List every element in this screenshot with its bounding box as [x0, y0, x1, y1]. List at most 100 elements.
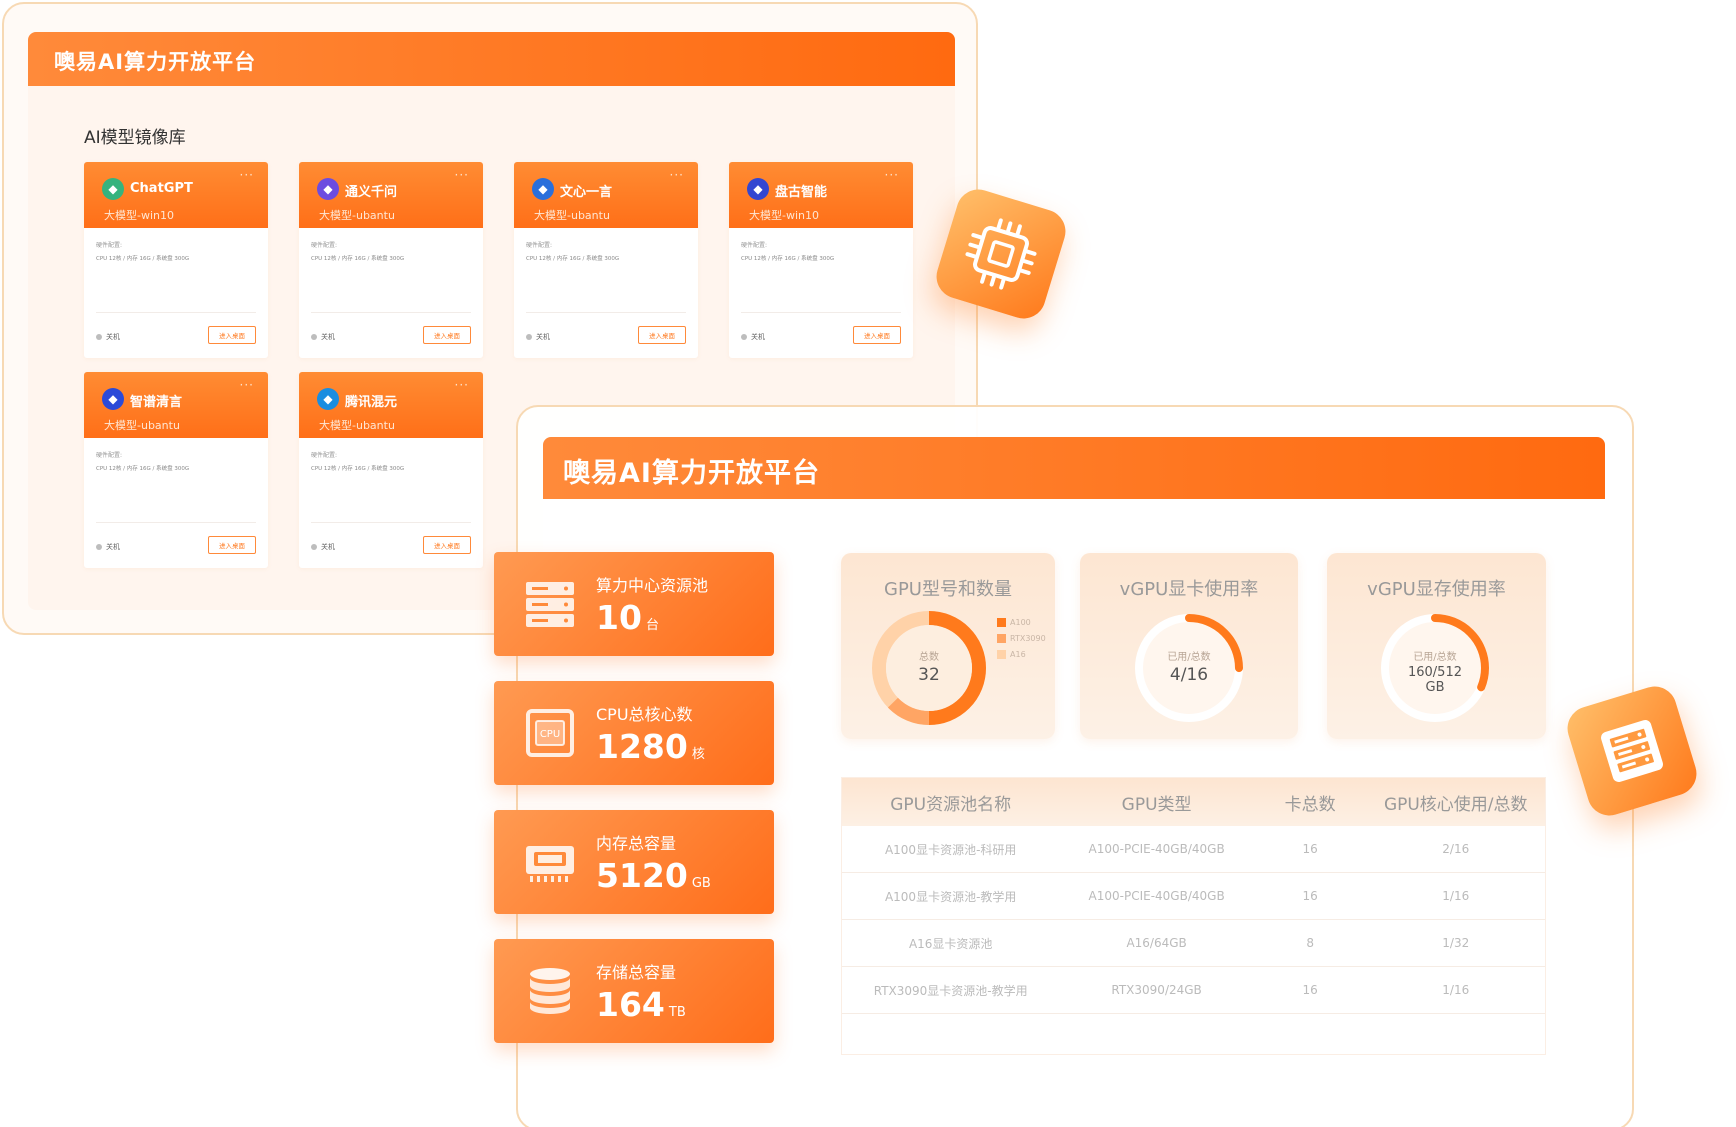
divider	[96, 312, 256, 313]
legend-item: RTX3090	[997, 634, 1046, 643]
divider	[311, 522, 471, 523]
model-logo-icon: ◆	[317, 178, 339, 200]
enter-desktop-button[interactable]: 进入桌面	[208, 536, 256, 554]
model-card-header: ◆ ChatGPT 大模型-win10 ···	[84, 162, 268, 228]
table-cell: A100显卡资源池-教学用	[884, 889, 1017, 904]
more-options-icon[interactable]: ···	[670, 168, 684, 182]
spec-label: 硬件配置:	[311, 452, 338, 459]
model-name: 腾讯混元	[345, 395, 398, 410]
table-row[interactable]: A100显卡资源池-科研用 A100-PCIE-40GB/40GB 16 2/16	[842, 826, 1545, 873]
enter-desktop-button[interactable]: 进入桌面	[853, 326, 901, 344]
front-window-header: 噢易AI算力开放平台	[543, 437, 1605, 499]
vgpu-memory-usage-panel: vGPU显存使用率 已用/总数 160/512 GB	[1327, 553, 1546, 739]
more-options-icon[interactable]: ···	[240, 168, 254, 182]
table-cell: A100-PCIE-40GB/40GB	[1088, 842, 1225, 856]
model-name: 智谱清言	[130, 395, 183, 410]
table-cell: A16显卡资源池	[908, 936, 993, 951]
model-subtitle: 大模型-ubantu	[319, 419, 395, 432]
model-logo-icon: ◆	[317, 388, 339, 410]
table-row[interactable]: RTX3090显卡资源池-教学用 RTX3090/24GB 16 1/16	[842, 967, 1545, 1014]
front-window-title: 噢易AI算力开放平台	[563, 458, 820, 489]
legend-item: A16	[997, 650, 1046, 659]
enter-desktop-button[interactable]: 进入桌面	[208, 326, 256, 344]
model-logo-icon: ◆	[102, 178, 124, 200]
more-options-icon[interactable]: ···	[455, 168, 469, 182]
spec-text: CPU 12核 / 内存 16G / 系统盘 300G	[526, 256, 620, 262]
status-dot-icon	[96, 334, 102, 340]
column-header[interactable]: 卡总数	[1254, 790, 1367, 815]
model-card[interactable]: ◆ ChatGPT 大模型-win10 ··· 硬件配置: CPU 12核 / 内存 16…	[84, 162, 268, 358]
stat-label: 算力中心资源池	[596, 576, 709, 595]
model-card[interactable]: ◆ 腾讯混元 大模型-ubantu ··· 硬件配置: CPU 12核 / 内存 16G …	[299, 372, 483, 568]
library-title: AI模型镜像库	[84, 128, 186, 148]
cpu-icon: CPU	[526, 709, 574, 757]
power-status: 关机	[526, 332, 550, 342]
stat-value: 10 台	[596, 598, 659, 637]
more-options-icon[interactable]: ···	[885, 168, 899, 182]
table-row[interactable]: A16显卡资源池 A16/64GB 8 1/32	[842, 920, 1545, 967]
gauge-title: vGPU显存使用率	[1367, 579, 1506, 600]
enter-desktop-button[interactable]: 进入桌面	[423, 326, 471, 344]
table-cell: 16	[1302, 842, 1318, 856]
more-options-icon[interactable]: ···	[455, 378, 469, 392]
model-subtitle: 大模型-win10	[104, 209, 174, 222]
model-card[interactable]: ◆ 通义千问大模型-ubantu ··· 硬件配置: CPU 12核 / 内存 16G …	[299, 162, 483, 358]
stat-card-resource-pool: 算力中心资源池 10 台	[494, 552, 774, 656]
legend-item: A100	[997, 618, 1046, 627]
stat-value: 5120 GB	[596, 856, 711, 895]
table-cell: 1/16	[1442, 983, 1470, 997]
spec-label: 硬件配置:	[96, 242, 123, 249]
model-name: ChatGPT	[130, 181, 193, 196]
table-row[interactable]: A100显卡资源池-教学用 A100-PCIE-40GB/40GB 16 1/16	[842, 873, 1545, 920]
stat-card-cpu-cores: CPU CPU总核心数 1280 核	[494, 681, 774, 785]
table-cell: RTX3090/24GB	[1111, 983, 1202, 997]
table-cell: A100-PCIE-40GB/40GB	[1088, 889, 1225, 903]
column-header[interactable]: GPU核心使用/总数	[1367, 790, 1546, 815]
enter-desktop-button[interactable]: 进入桌面	[423, 536, 471, 554]
status-dot-icon	[526, 334, 532, 340]
gauge-center-value: 4/16	[1169, 665, 1209, 685]
memory-icon	[526, 846, 574, 882]
model-logo-icon: ◆	[102, 388, 124, 410]
svg-text:CPU: CPU	[540, 729, 560, 740]
stat-label: 存储总容量	[596, 963, 677, 982]
stat-card-memory: 内存总容量 5120 GB	[494, 810, 774, 914]
model-subtitle: 大模型-ubantu	[319, 209, 395, 222]
spec-text: CPU 12核 / 内存 16G / 系统盘 300G	[96, 466, 190, 472]
gpu-pool-table: GPU资源池名称 GPU类型 卡总数 GPU核心使用/总数 A100显卡资源池-…	[841, 777, 1546, 1055]
gauge-center-value: 160/512 GB	[1407, 665, 1462, 695]
divider	[741, 312, 901, 313]
stat-value: 1280 核	[596, 727, 705, 766]
status-dot-icon	[96, 544, 102, 550]
column-header[interactable]: GPU资源池名称	[842, 790, 1059, 815]
model-card-header: ◆ 腾讯混元大模型-ubantu ···	[299, 372, 483, 438]
stat-label: CPU总核心数	[596, 705, 693, 724]
model-subtitle: 大模型-ubantu	[534, 209, 610, 222]
table-cell: 2/16	[1442, 842, 1470, 856]
table-cell: RTX3090显卡资源池-教学用	[873, 983, 1028, 998]
model-logo-icon: ◆	[532, 178, 554, 200]
model-card[interactable]: ◆ 盘古智能 大模型-win10 ··· 硬件配置: CPU 12核 / 内存 16G /…	[729, 162, 913, 358]
model-card[interactable]: ◆ 智谱清言 大模型-ubantu ··· 硬件配置: CPU 12核 / 内存 16G …	[84, 372, 268, 568]
gauge-title: vGPU显卡使用率	[1119, 579, 1259, 600]
column-header[interactable]: GPU类型	[1059, 790, 1253, 815]
gpu-legend: A100 RTX3090 A16	[997, 618, 1046, 666]
table-cell: 8	[1306, 936, 1314, 950]
power-status: 关机	[311, 332, 335, 342]
database-icon	[530, 968, 570, 1014]
stat-card-storage: 存储总容量 164 TB	[494, 939, 774, 1043]
model-name: 通义千问	[345, 185, 398, 200]
table-cell: A100显卡资源池-科研用	[884, 842, 1017, 857]
more-options-icon[interactable]: ···	[240, 378, 254, 392]
enter-desktop-button[interactable]: 进入桌面	[638, 326, 686, 344]
server-rack-icon	[526, 582, 574, 627]
model-card[interactable]: ◆ 文心一言 大模型-ubantu ··· 硬件配置: CPU 12核 / 内存 16G …	[514, 162, 698, 358]
power-status: 关机	[96, 332, 120, 342]
status-dot-icon	[311, 334, 317, 340]
back-window-title: 噢易AI算力开放平台	[54, 50, 257, 74]
model-card-header: ◆ 通义千问大模型-ubantu ···	[299, 162, 483, 228]
stat-label: 内存总容量	[596, 834, 677, 853]
model-name: 文心一言	[560, 185, 613, 200]
spec-text: CPU 12核 / 内存 16G / 系统盘 300G	[311, 256, 405, 262]
spec-label: 硬件配置:	[311, 242, 338, 249]
